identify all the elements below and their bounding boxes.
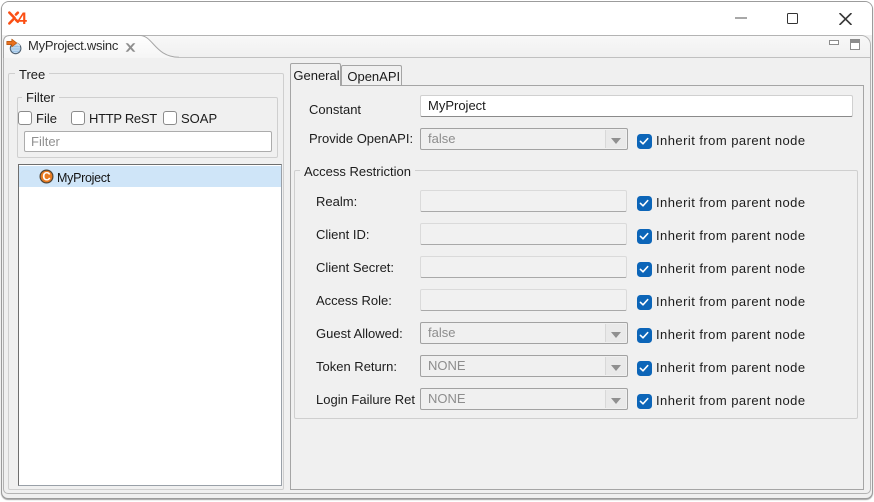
- svg-text:C: C: [42, 172, 50, 184]
- svg-text:4: 4: [18, 11, 28, 26]
